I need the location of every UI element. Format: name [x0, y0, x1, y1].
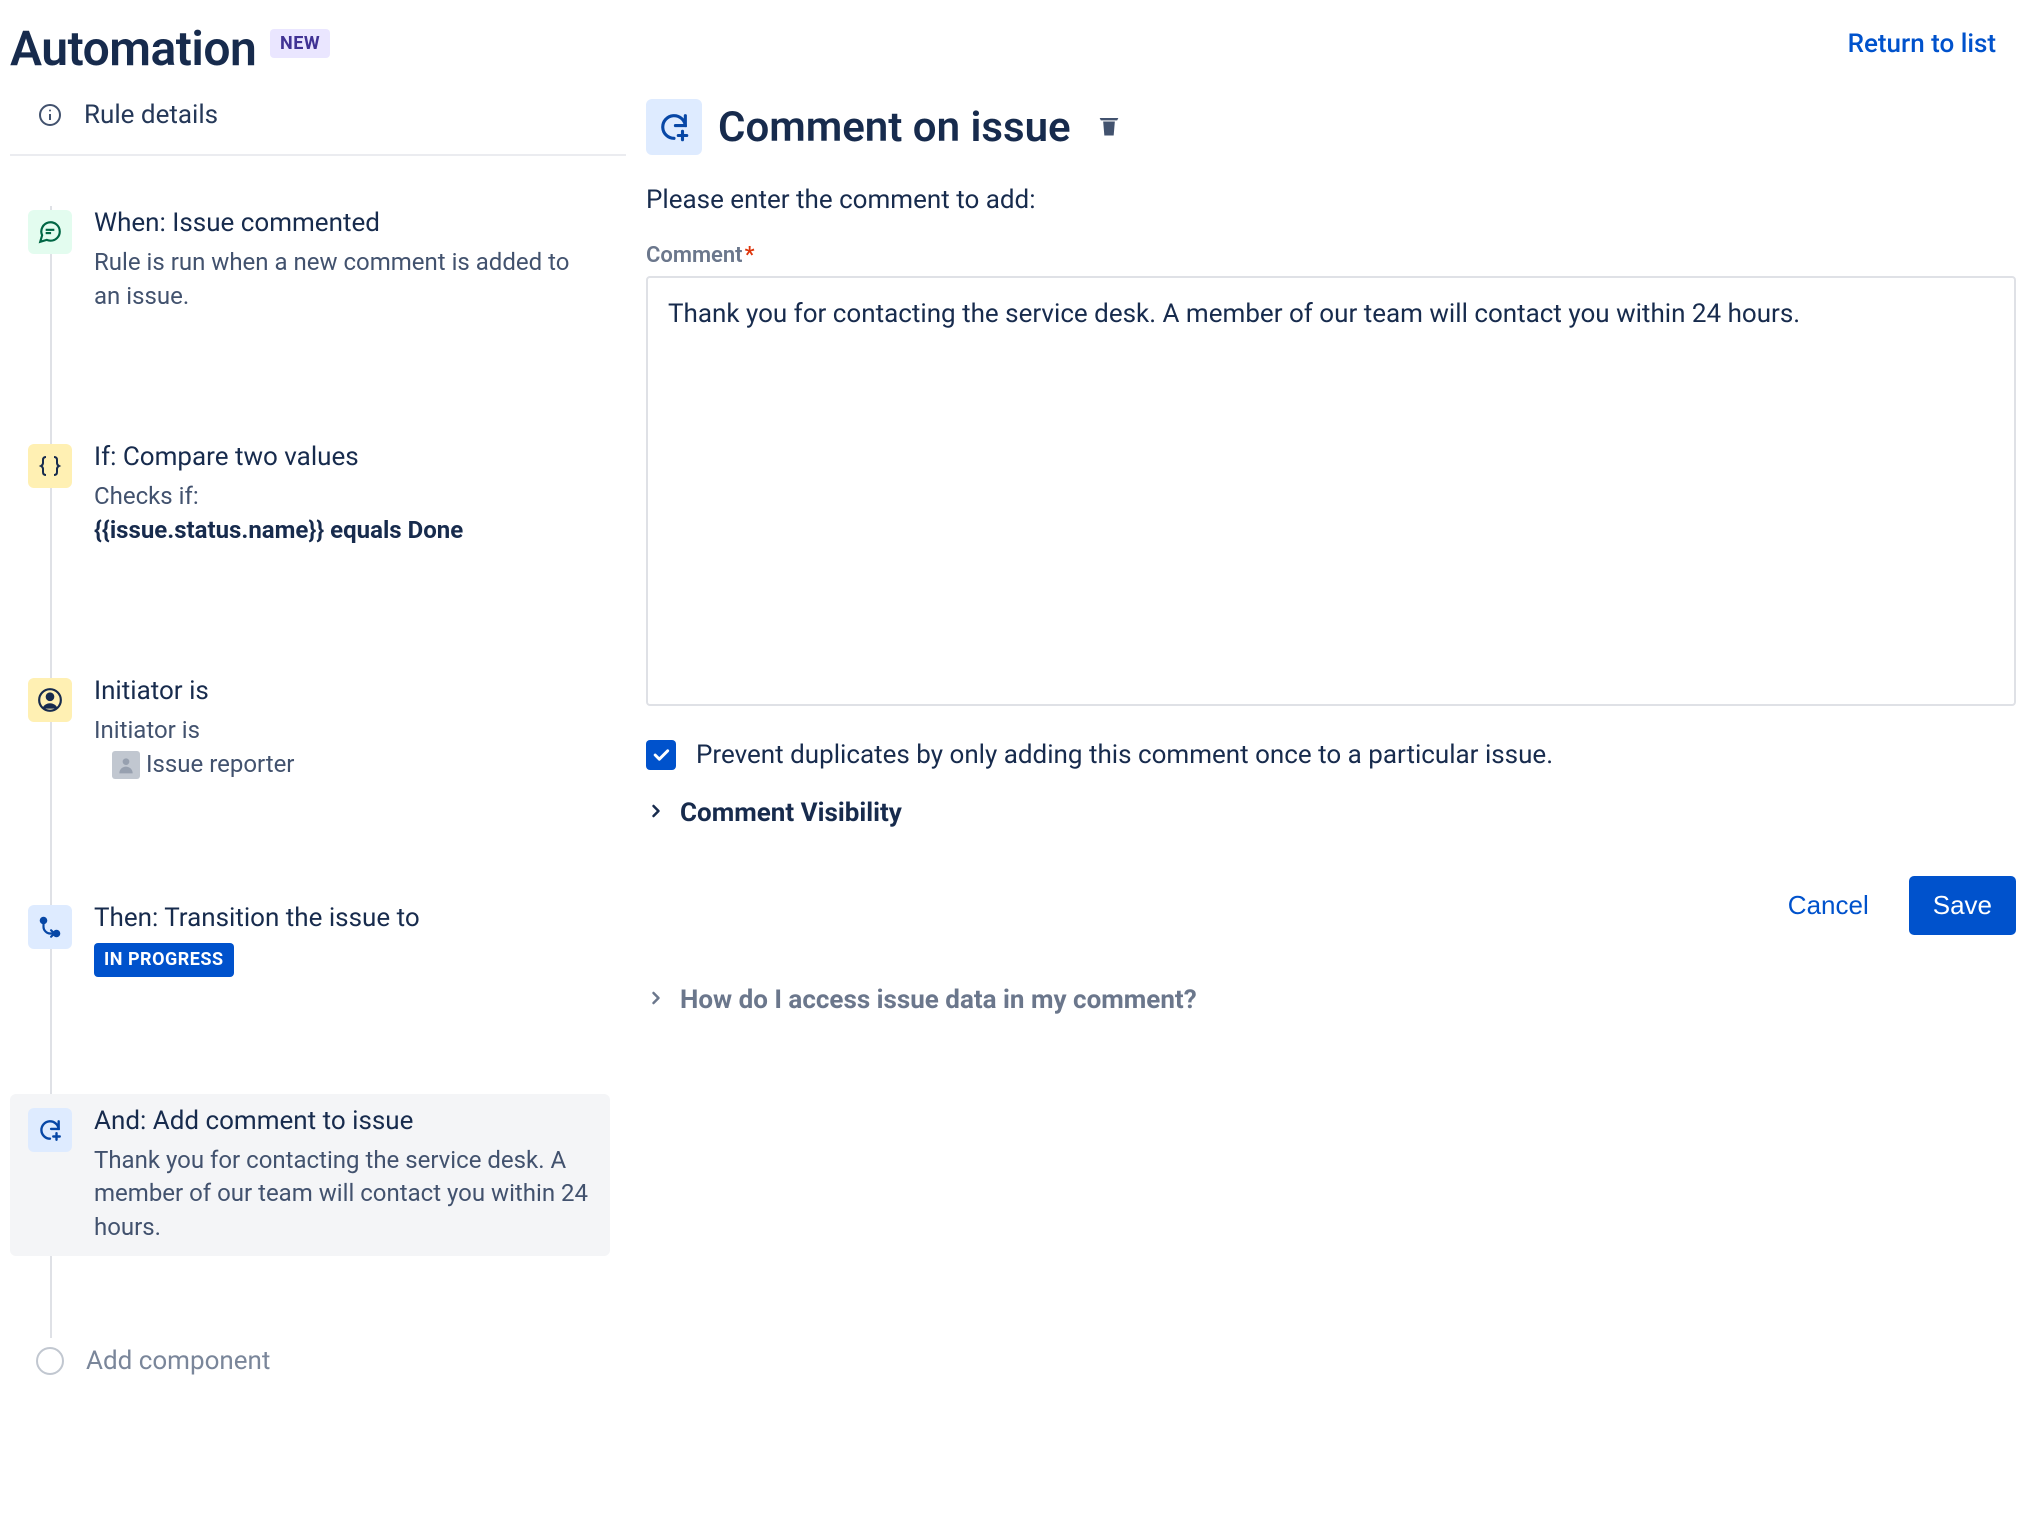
comment-textarea[interactable]	[646, 276, 2016, 706]
step-action-comment[interactable]: And: Add comment to issue Thank you for …	[10, 1094, 626, 1257]
step-title: And: Add comment to issue	[94, 1106, 598, 1136]
add-component-label: Add component	[86, 1346, 270, 1376]
status-lozenge: IN PROGRESS	[94, 943, 234, 976]
step-desc: Rule is run when a new comment is added …	[94, 246, 598, 313]
comment-bubble-icon	[28, 210, 72, 254]
rule-details-label: Rule details	[84, 100, 218, 130]
comment-visibility-label: Comment Visibility	[680, 798, 902, 828]
step-title: When: Issue commented	[94, 208, 598, 238]
add-circle-icon	[36, 1347, 64, 1375]
chevron-right-icon	[646, 801, 666, 825]
step-title: Initiator is	[94, 676, 598, 706]
cancel-button[interactable]: Cancel	[1764, 876, 1893, 935]
step-title: Then: Transition the issue to	[94, 903, 598, 933]
braces-icon	[28, 444, 72, 488]
info-icon	[38, 102, 62, 128]
prevent-duplicates-label: Prevent duplicates by only adding this c…	[696, 740, 1553, 770]
step-trigger[interactable]: When: Issue commented Rule is run when a…	[10, 196, 626, 325]
delete-button[interactable]	[1087, 103, 1131, 151]
help-label: How do I access issue data in my comment…	[680, 985, 1197, 1015]
prevent-duplicates-checkbox[interactable]	[646, 740, 676, 770]
transition-arrow-icon	[28, 905, 72, 949]
new-badge: NEW	[270, 29, 330, 58]
step-title: If: Compare two values	[94, 442, 598, 472]
step-condition-compare[interactable]: If: Compare two values Checks if: {{issu…	[10, 430, 626, 559]
person-circle-icon	[28, 678, 72, 722]
panel-title: Comment on issue	[718, 103, 1071, 152]
step-desc: Checks if: {{issue.status.name}} equals …	[94, 480, 598, 547]
panel-subtitle: Please enter the comment to add:	[646, 185, 2016, 215]
save-button[interactable]: Save	[1909, 876, 2016, 935]
step-desc: Thank you for contacting the service des…	[94, 1144, 598, 1245]
add-component-button[interactable]: Add component	[10, 1346, 626, 1376]
refresh-add-icon	[28, 1108, 72, 1152]
step-desc: IN PROGRESS	[94, 941, 598, 976]
step-condition-initiator[interactable]: Initiator is Initiator is Issue reporter	[10, 664, 626, 796]
help-expander[interactable]: How do I access issue data in my comment…	[646, 985, 2016, 1015]
chevron-right-icon	[646, 988, 666, 1012]
step-action-transition[interactable]: Then: Transition the issue to IN PROGRES…	[10, 891, 626, 988]
rule-details-row[interactable]: Rule details	[10, 86, 626, 156]
comment-field-label: Comment*	[646, 243, 2016, 268]
comment-visibility-expander[interactable]: Comment Visibility	[646, 798, 2016, 828]
refresh-add-icon	[646, 99, 702, 155]
step-desc: Initiator is Issue reporter	[94, 714, 598, 784]
avatar-placeholder-icon	[112, 751, 140, 779]
return-to-list-link[interactable]: Return to list	[1848, 29, 2016, 59]
